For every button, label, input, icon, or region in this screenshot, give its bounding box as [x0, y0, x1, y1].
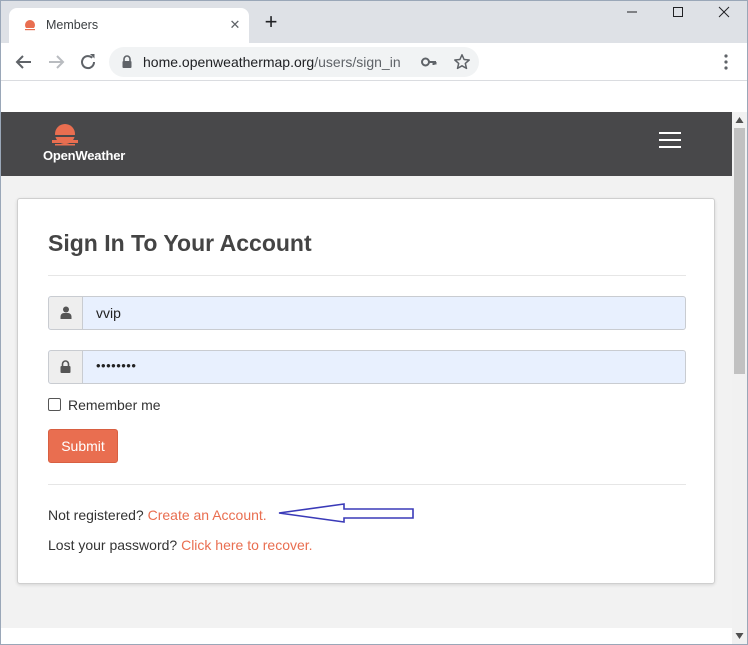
- scrollbar-thumb[interactable]: [734, 128, 745, 374]
- recover-link[interactable]: Click here to recover.: [181, 537, 313, 553]
- logo-text: OpenWeather: [43, 148, 126, 163]
- scroll-up-arrow-icon[interactable]: [735, 116, 744, 124]
- password-input[interactable]: ••••••••: [48, 350, 686, 384]
- vertical-scrollbar[interactable]: [732, 112, 747, 644]
- forward-arrow-icon[interactable]: [45, 51, 67, 73]
- hamburger-menu-icon[interactable]: [659, 132, 681, 150]
- not-registered-text: Not registered?: [48, 507, 144, 523]
- address-bar[interactable]: home.openweathermap.org/users/sign_in: [109, 47, 479, 77]
- user-icon: [49, 297, 83, 329]
- key-icon[interactable]: [421, 55, 437, 69]
- submit-button[interactable]: Submit: [48, 429, 118, 463]
- username-value: vvip: [96, 305, 121, 321]
- window-close-icon[interactable]: [701, 5, 747, 27]
- browser-tab[interactable]: Members ✕: [9, 8, 249, 43]
- lost-password-text: Lost your password?: [48, 537, 178, 553]
- not-registered-line: Not registered? Create an Account.: [48, 507, 267, 523]
- padlock-icon: [49, 351, 83, 383]
- reload-icon[interactable]: [77, 51, 99, 73]
- lost-password-line: Lost your password? Click here to recove…: [48, 537, 313, 553]
- tab-close-icon[interactable]: ✕: [227, 17, 243, 33]
- page-title: Sign In To Your Account: [48, 230, 312, 256]
- divider: [48, 275, 686, 276]
- maximize-icon[interactable]: [655, 5, 701, 27]
- openweather-favicon-icon: [24, 20, 36, 31]
- annotation-arrow-icon: [278, 503, 414, 523]
- username-input[interactable]: vvip: [48, 296, 686, 330]
- bookmark-star-icon[interactable]: [453, 53, 471, 71]
- back-arrow-icon[interactable]: [13, 51, 35, 73]
- tab-strip: Members ✕ +: [1, 1, 747, 43]
- page-viewport: OpenWeather Sign In To Your Account vvip: [1, 82, 732, 644]
- more-menu-icon[interactable]: [719, 53, 733, 71]
- password-value: ••••••••: [96, 358, 137, 373]
- browser-window: Members ✕ + home.openweathermap.org/user…: [0, 0, 748, 645]
- remember-me-label[interactable]: Remember me: [68, 397, 161, 413]
- browser-toolbar: home.openweathermap.org/users/sign_in: [1, 43, 747, 81]
- url-text: home.openweathermap.org/users/sign_in: [143, 54, 401, 70]
- create-account-link[interactable]: Create an Account.: [148, 507, 267, 523]
- minimize-icon[interactable]: [609, 5, 655, 27]
- divider: [48, 484, 686, 485]
- new-tab-icon[interactable]: +: [261, 11, 281, 33]
- scroll-down-arrow-icon[interactable]: [735, 632, 744, 640]
- site-header: OpenWeather: [1, 112, 732, 176]
- remember-me-checkbox[interactable]: [48, 398, 61, 411]
- lock-icon[interactable]: [121, 55, 133, 69]
- tab-title: Members: [46, 18, 99, 32]
- sign-in-panel: Sign In To Your Account vvip •••••••• Re…: [17, 198, 715, 584]
